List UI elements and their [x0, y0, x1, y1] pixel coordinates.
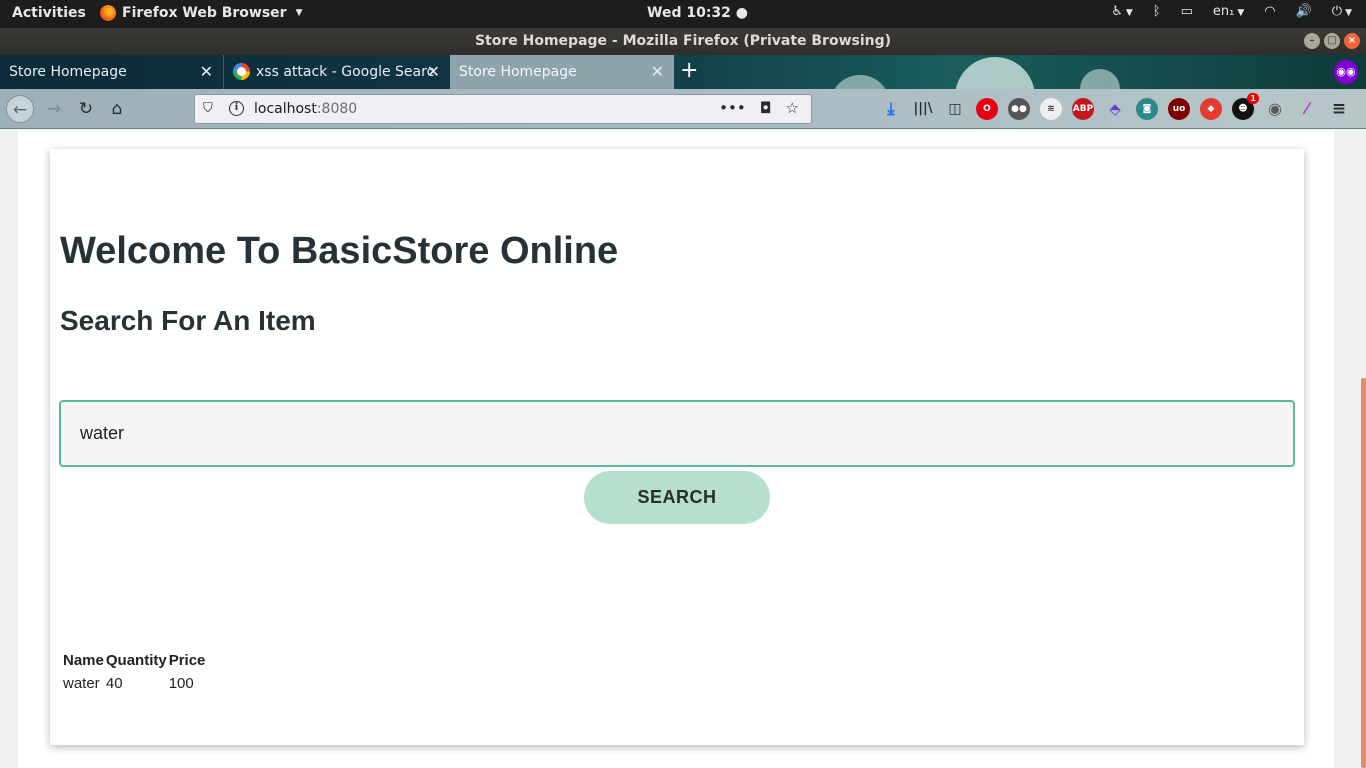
navigation-toolbar: ← → ↻ ⌂ ⛉ i localhost:8080 ••• ◘ ☆ ⤓ |||…	[0, 89, 1366, 129]
library-icon[interactable]: |||\	[912, 98, 934, 120]
volume-icon[interactable]: 🔊	[1296, 4, 1312, 19]
close-tab-icon[interactable]: ✕	[651, 62, 664, 81]
minimize-button[interactable]: –	[1304, 33, 1320, 49]
sidebar-icon[interactable]: ◫	[944, 98, 966, 120]
toolbar-extensions: ⤓ |||\ ◫ O ●● ≋ ABP ⬘ ◙ uo ◆ ☻ 1 ◉ ⁄ ≡	[880, 93, 1350, 120]
back-button[interactable]: ←	[6, 95, 34, 123]
page-viewport: Welcome To BasicStore Online Search For …	[0, 130, 1366, 768]
activities-button[interactable]: Activities	[12, 5, 86, 21]
extension-notification-icon[interactable]: ☻ 1	[1232, 93, 1259, 120]
language-label: en₁	[1212, 4, 1235, 19]
clock[interactable]: Wed 10:32 ●	[647, 5, 748, 21]
close-tab-icon[interactable]: ✕	[200, 62, 213, 81]
tab-store-homepage-active[interactable]: Store Homepage ✕	[450, 55, 674, 89]
bookmark-star-icon[interactable]: ☆	[786, 99, 799, 117]
extension-icon[interactable]: ≋	[1040, 98, 1062, 120]
account-icon[interactable]: ◉	[1264, 98, 1286, 120]
search-input[interactable]	[59, 400, 1295, 467]
tab-store-homepage-1[interactable]: Store Homepage ✕	[0, 55, 224, 89]
tab-label: Store Homepage	[459, 64, 577, 80]
system-tray: ♿ ▼ ᛒ ▭ en₁ ▼ ◠ 🔊 ⏻ ▼	[1111, 4, 1352, 19]
extension-icon[interactable]: ⬘	[1104, 98, 1126, 120]
bluetooth-icon[interactable]: ᛒ	[1153, 4, 1161, 19]
url-text[interactable]: localhost:8080	[254, 101, 357, 117]
url-actions: ••• ◘ ☆	[719, 99, 799, 117]
page-body: Welcome To BasicStore Online Search For …	[18, 130, 1334, 768]
extension-icon[interactable]: ◙	[1136, 98, 1158, 120]
column-header-name: Name	[63, 652, 104, 669]
downloads-icon[interactable]: ⤓	[880, 98, 902, 120]
reload-button[interactable]: ↻	[72, 95, 100, 123]
pocket-icon[interactable]: ◘	[760, 99, 772, 117]
ublock-origin-icon[interactable]: uo	[1168, 98, 1190, 120]
forward-button[interactable]: →	[40, 95, 68, 123]
close-window-button[interactable]: ×	[1344, 33, 1360, 49]
maximize-button[interactable]: □	[1324, 33, 1340, 49]
column-header-quantity: Quantity	[105, 652, 167, 669]
store-card: Welcome To BasicStore Online Search For …	[50, 149, 1304, 745]
gnome-top-bar: Activities Firefox Web Browser ▼ Wed 10:…	[0, 0, 1366, 28]
extension-icon[interactable]: ●●	[1008, 98, 1030, 120]
power-icon[interactable]: ⏻ ▼	[1332, 4, 1352, 19]
chevron-down-icon: ▼	[295, 8, 303, 18]
extension-icon[interactable]: ⁄	[1296, 98, 1318, 120]
tab-label: xss attack - Google Searc	[256, 64, 435, 80]
cell-name: water	[63, 675, 100, 692]
url-host: localhost	[254, 101, 317, 117]
page-title: Welcome To BasicStore Online	[60, 230, 619, 272]
url-bar[interactable]: ⛉ i localhost:8080 ••• ◘ ☆	[194, 94, 812, 124]
extension-icon[interactable]: ◆	[1200, 98, 1222, 120]
table-row: water 40 100	[63, 675, 205, 692]
site-info-icon[interactable]: i	[229, 101, 244, 116]
url-port: :8080	[316, 101, 358, 117]
google-icon	[233, 63, 250, 80]
tab-label: Store Homepage	[9, 64, 127, 80]
tracking-shield-icon[interactable]: ⛉	[203, 101, 213, 116]
cell-quantity: 40	[105, 675, 123, 692]
hamburger-menu-icon[interactable]: ≡	[1328, 98, 1350, 120]
opera-extension-icon[interactable]: O	[976, 98, 998, 120]
firefox-icon	[100, 5, 116, 21]
scrollbar-thumb[interactable]	[1361, 378, 1366, 768]
window-title: Store Homepage - Mozilla Firefox (Privat…	[474, 33, 892, 49]
notification-badge: 1	[1247, 93, 1259, 104]
clock-label: Wed 10:32	[647, 5, 731, 21]
new-tab-button[interactable]: +	[680, 58, 698, 83]
drive-icon[interactable]: ▭	[1181, 4, 1193, 19]
accessibility-icon[interactable]: ♿ ▼	[1111, 4, 1133, 19]
tab-google-search[interactable]: xss attack - Google Searc ✕	[224, 55, 450, 89]
app-menu[interactable]: Firefox Web Browser ▼	[100, 5, 303, 21]
adblock-plus-icon[interactable]: ABP	[1072, 98, 1094, 120]
table-header-row: Name Quantity Price	[63, 652, 205, 669]
home-button[interactable]: ⌂	[103, 95, 131, 123]
private-browsing-icon: ◉◉	[1334, 60, 1358, 84]
window-title-bar: Store Homepage - Mozilla Firefox (Privat…	[0, 28, 1366, 55]
results-table: Name Quantity Price water 40 100	[61, 646, 207, 698]
app-menu-label: Firefox Web Browser	[122, 5, 287, 21]
search-button[interactable]: SEARCH	[584, 471, 770, 524]
tab-strip: Store Homepage ✕ xss attack - Google Sea…	[0, 55, 1366, 137]
cell-price: 100	[168, 675, 194, 692]
close-tab-icon[interactable]: ✕	[427, 62, 440, 81]
page-actions-icon[interactable]: •••	[719, 99, 746, 117]
language-indicator[interactable]: en₁ ▼	[1213, 4, 1244, 19]
wifi-icon[interactable]: ◠	[1264, 4, 1275, 19]
search-heading: Search For An Item	[60, 305, 316, 336]
column-header-price: Price	[168, 652, 206, 669]
